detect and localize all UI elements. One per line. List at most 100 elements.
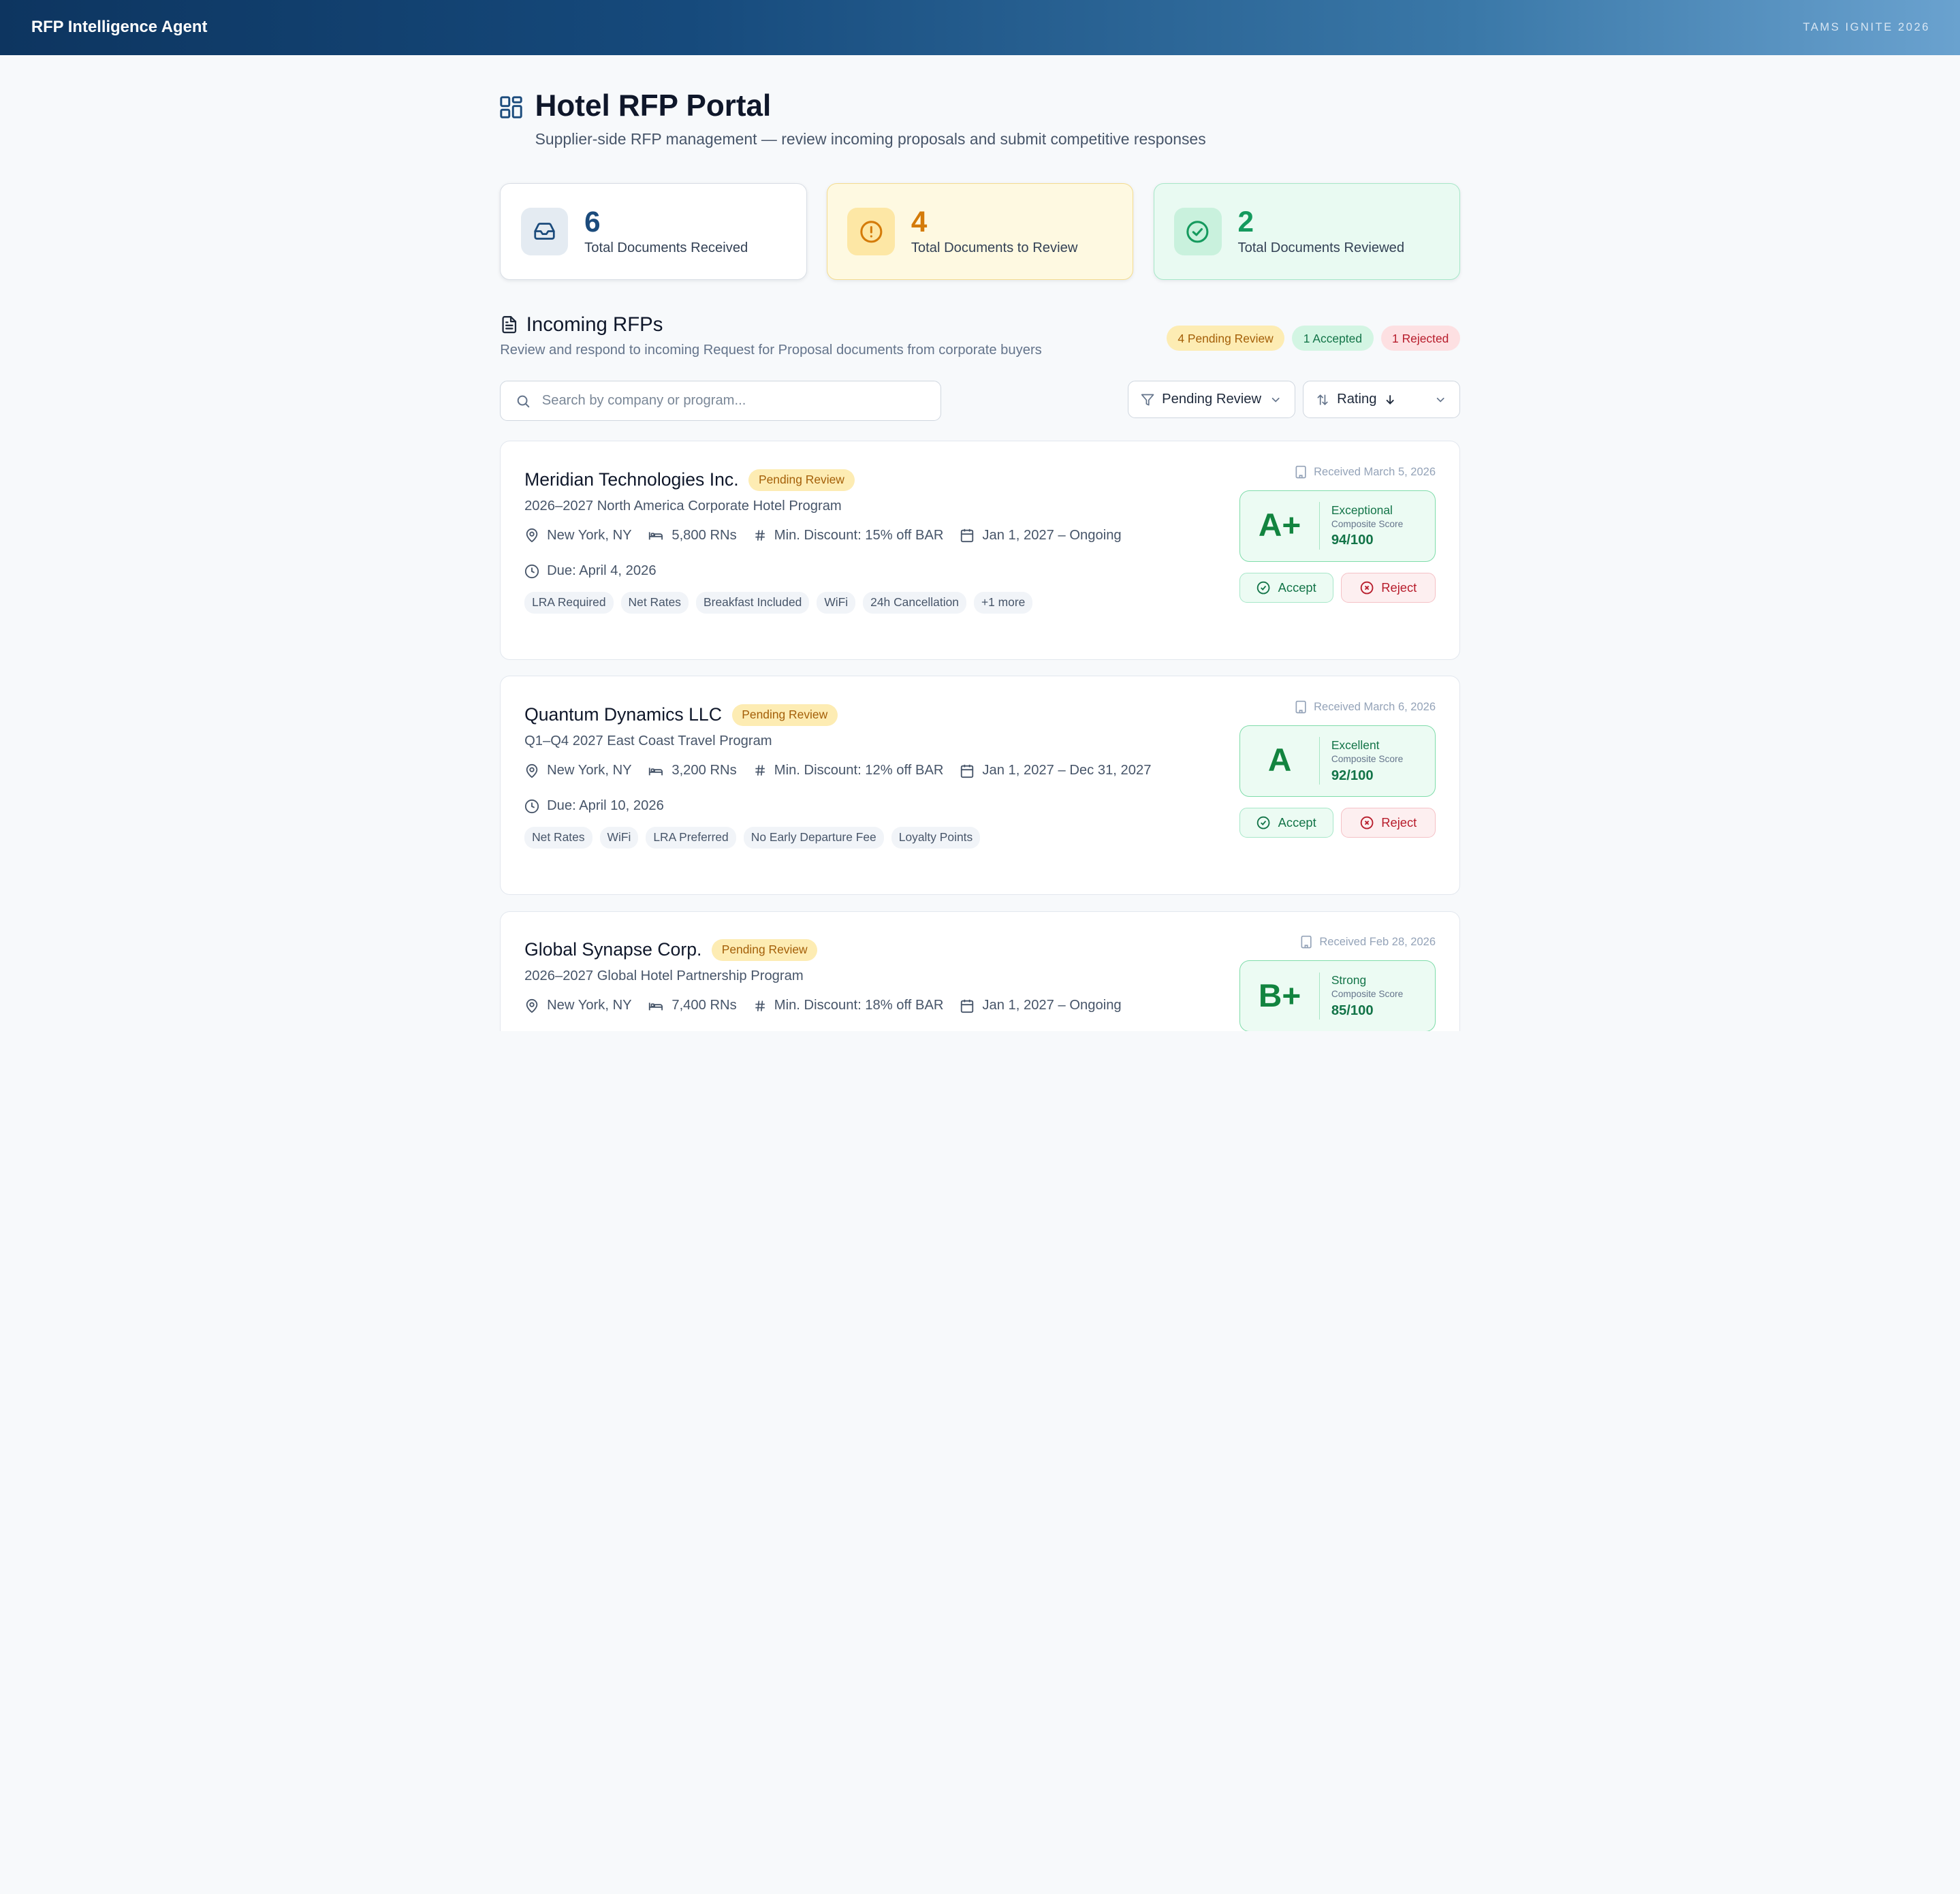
room-nights: 7,400 RNs bbox=[671, 998, 737, 1013]
calendar-icon bbox=[961, 999, 974, 1013]
due-date-text: Due: April 10, 2026 bbox=[547, 798, 664, 814]
received-date: Received March 5, 2026 bbox=[1314, 465, 1436, 478]
stat-value: 2 bbox=[1237, 205, 1254, 238]
min-discount: Min. Discount: 18% off BAR bbox=[774, 998, 944, 1013]
composite-score-card: A+ Exceptional Composite Score 94/100 bbox=[1239, 490, 1436, 562]
bed-icon bbox=[649, 1003, 663, 1011]
status-filter-select[interactable]: Pending Review bbox=[1127, 381, 1295, 419]
program-period: Jan 1, 2027 – Ongoing bbox=[982, 998, 1122, 1013]
score-label: Composite Score bbox=[1331, 754, 1404, 765]
rfp-card[interactable]: Global Synapse Corp. Pending Review 2026… bbox=[500, 911, 1460, 1032]
reject-button[interactable]: Reject bbox=[1341, 573, 1436, 603]
page: RFP Intelligence Agent TAMS IGNITE 2026 … bbox=[0, 0, 1960, 1032]
page-header: Hotel RFP Portal Supplier-side RFP manag… bbox=[500, 90, 1460, 148]
status-badge: Pending Review bbox=[712, 938, 818, 961]
building-icon bbox=[1295, 701, 1306, 714]
stat-value: 6 bbox=[584, 205, 601, 238]
map-pin-icon bbox=[526, 763, 538, 778]
tag: Net Rates bbox=[620, 591, 689, 614]
tag: WiFi bbox=[599, 826, 639, 849]
accept-label: Accept bbox=[1278, 815, 1316, 830]
score-value: 92/100 bbox=[1331, 768, 1374, 783]
x-circle-icon bbox=[1360, 581, 1374, 595]
rfp-card[interactable]: Meridian Technologies Inc. Pending Revie… bbox=[500, 441, 1460, 660]
rejected-count-badge[interactable]: 1 Rejected bbox=[1380, 326, 1460, 351]
company-name: Global Synapse Corp. bbox=[524, 939, 702, 960]
reject-label: Reject bbox=[1381, 580, 1417, 595]
grade: B+ bbox=[1240, 972, 1321, 1020]
calendar-icon bbox=[961, 764, 974, 778]
clock-icon bbox=[524, 799, 539, 813]
building-icon bbox=[1301, 936, 1312, 949]
top-bar: RFP Intelligence Agent TAMS IGNITE 2026 bbox=[0, 0, 1960, 55]
event-label: TAMS IGNITE 2026 bbox=[1803, 20, 1931, 33]
sort-icon bbox=[1317, 394, 1328, 405]
sort-select[interactable]: Rating bbox=[1302, 381, 1460, 419]
search-input[interactable] bbox=[541, 393, 917, 409]
status-badge: Pending Review bbox=[748, 469, 855, 491]
building-icon bbox=[1295, 466, 1306, 479]
calendar-icon bbox=[961, 529, 974, 543]
filter-value: Pending Review bbox=[1162, 392, 1262, 407]
tag: Breakfast Included bbox=[696, 591, 810, 614]
tag: WiFi bbox=[817, 591, 856, 614]
stat-to-review: 4 Total Documents to Review bbox=[826, 183, 1134, 280]
toolbar: Pending Review Rating bbox=[500, 381, 1460, 422]
chevron-down-icon bbox=[1436, 397, 1444, 403]
score-value: 85/100 bbox=[1331, 1003, 1374, 1018]
sort-value: Rating bbox=[1337, 392, 1377, 407]
page-title: Hotel RFP Portal bbox=[535, 89, 772, 123]
search-box bbox=[500, 381, 942, 422]
stat-label: Total Documents Reviewed bbox=[1237, 240, 1405, 256]
score-label: Composite Score bbox=[1331, 989, 1404, 1000]
hash-icon bbox=[755, 530, 765, 541]
status-badge: Pending Review bbox=[731, 704, 838, 726]
min-discount: Min. Discount: 12% off BAR bbox=[774, 763, 944, 778]
tag: No Early Departure Fee bbox=[743, 826, 884, 849]
tag: Loyalty Points bbox=[891, 826, 981, 849]
tag: Net Rates bbox=[524, 826, 592, 849]
composite-score-card: A Excellent Composite Score 92/100 bbox=[1239, 725, 1436, 797]
score-level: Exceptional bbox=[1331, 503, 1393, 518]
incoming-rfps-section: Incoming RFPs Review and respond to inco… bbox=[500, 313, 1460, 358]
accept-button[interactable]: Accept bbox=[1239, 573, 1334, 603]
location: New York, NY bbox=[547, 527, 632, 543]
accept-button[interactable]: Accept bbox=[1239, 808, 1334, 838]
score-value: 94/100 bbox=[1331, 533, 1374, 548]
tag: LRA Preferred bbox=[646, 826, 736, 849]
min-discount: Min. Discount: 15% off BAR bbox=[774, 527, 944, 543]
accept-label: Accept bbox=[1278, 580, 1316, 595]
x-circle-icon bbox=[1360, 816, 1374, 830]
more-tags[interactable]: +1 more bbox=[973, 591, 1033, 614]
score-panel: Received Feb 28, 2026 B+ Strong Composit… bbox=[1239, 935, 1436, 1032]
reject-button[interactable]: Reject bbox=[1341, 808, 1436, 838]
hash-icon bbox=[755, 765, 765, 776]
rfp-card[interactable]: Quantum Dynamics LLC Pending Review Q1–Q… bbox=[500, 676, 1460, 895]
location: New York, NY bbox=[547, 998, 632, 1013]
reject-label: Reject bbox=[1381, 815, 1417, 830]
pending-count-badge[interactable]: 4 Pending Review bbox=[1166, 326, 1285, 351]
map-pin-icon bbox=[526, 998, 538, 1013]
program-period: Jan 1, 2027 – Ongoing bbox=[982, 527, 1122, 543]
received-date: Received Feb 28, 2026 bbox=[1319, 936, 1436, 948]
clock-icon bbox=[524, 564, 539, 578]
search-icon bbox=[517, 395, 530, 407]
program-period: Jan 1, 2027 – Dec 31, 2027 bbox=[982, 763, 1152, 778]
company-name: Quantum Dynamics LLC bbox=[524, 704, 722, 725]
tag: LRA Required bbox=[524, 591, 614, 614]
alert-circle-icon bbox=[847, 208, 895, 255]
check-circle-icon bbox=[1257, 581, 1270, 595]
stat-value: 4 bbox=[911, 205, 928, 238]
stat-reviewed: 2 Total Documents Reviewed bbox=[1153, 183, 1460, 280]
stats-row: 6 Total Documents Received 4 Total Docum… bbox=[500, 183, 1460, 280]
accepted-count-badge[interactable]: 1 Accepted bbox=[1292, 326, 1374, 351]
stat-received: 6 Total Documents Received bbox=[500, 183, 807, 280]
location: New York, NY bbox=[547, 763, 632, 778]
score-panel: Received March 6, 2026 A Excellent Compo… bbox=[1239, 700, 1436, 838]
map-pin-icon bbox=[526, 528, 538, 543]
tag: 24h Cancellation bbox=[863, 591, 966, 614]
bed-icon bbox=[649, 532, 663, 540]
company-name: Meridian Technologies Inc. bbox=[524, 469, 739, 490]
score-level: Strong bbox=[1331, 973, 1367, 988]
score-level: Excellent bbox=[1331, 738, 1380, 753]
